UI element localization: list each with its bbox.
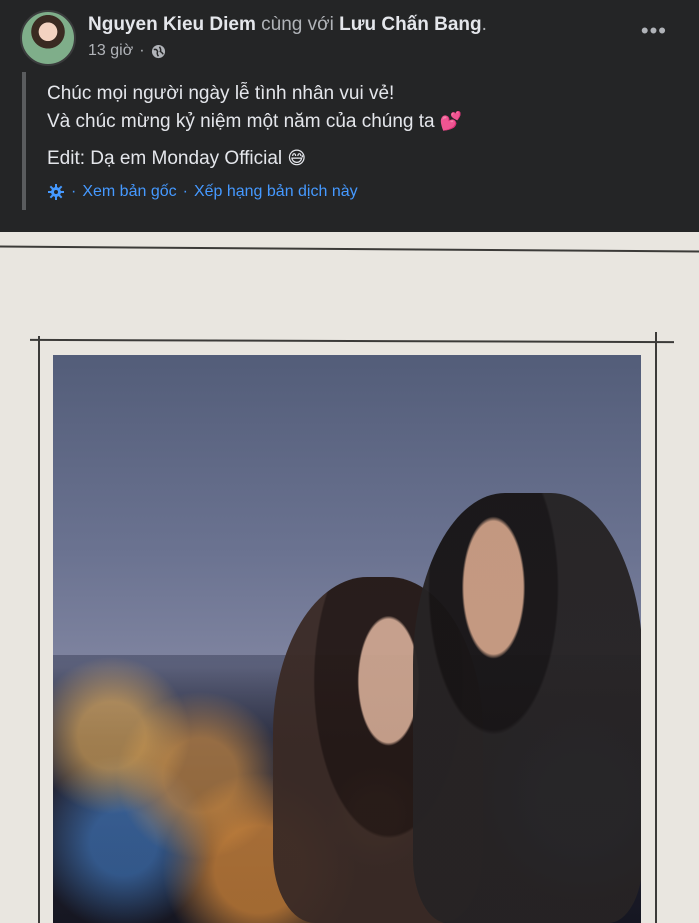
author-line: Nguyen Kieu Diem cùng với Lưu Chấn Bang.: [88, 14, 487, 36]
sweat-smile-emoji: 😅: [287, 148, 307, 169]
post-line-2: Và chúc mừng kỷ niệm một năm của chúng t…: [47, 111, 463, 132]
author-name[interactable]: Nguyen Kieu Diem: [88, 14, 256, 35]
with-text: cùng với: [261, 14, 334, 35]
post-timestamp[interactable]: 13 giờ: [88, 42, 133, 60]
quote-bar: [22, 72, 26, 210]
more-options-icon[interactable]: •••: [641, 20, 667, 42]
sketch-line-top: [0, 245, 699, 253]
sketch-line-frame-top: [29, 338, 675, 344]
post-line-3: Edit: Dạ em Monday Official 😅: [47, 148, 307, 169]
post-text: Chúc mọi người ngày lễ tình nhân vui vẻ!…: [47, 80, 462, 173]
rate-translation-link[interactable]: Xếp hạng bản dịch này: [194, 183, 358, 201]
tagged-person[interactable]: Lưu Chấn Bang: [339, 14, 482, 35]
gear-icon[interactable]: [47, 183, 65, 201]
translation-separator-2: ·: [182, 183, 188, 200]
tagged-suffix: .: [481, 14, 487, 35]
man-figure: [413, 493, 641, 923]
post-header: Nguyen Kieu Diem cùng với Lưu Chấn Bang.…: [0, 0, 699, 232]
post-line-1: Chúc mọi người ngày lễ tình nhân vui vẻ!: [47, 83, 395, 104]
translation-separator: ·: [71, 183, 77, 200]
translation-row: · Xem bản gốc · Xếp hạng bản dịch này: [47, 183, 358, 201]
couple-photo: [53, 355, 641, 923]
see-original-link[interactable]: Xem bản gốc: [82, 183, 176, 201]
hearts-emoji: 💕: [439, 111, 463, 132]
sketch-line-frame-left: [38, 336, 40, 923]
globe-icon[interactable]: [151, 44, 166, 59]
sketch-line-frame-right: [655, 332, 657, 923]
meta-dot: ·: [139, 42, 145, 59]
author-avatar[interactable]: [20, 10, 76, 66]
post-photo[interactable]: [0, 232, 699, 923]
post-meta: 13 giờ ·: [88, 42, 166, 60]
